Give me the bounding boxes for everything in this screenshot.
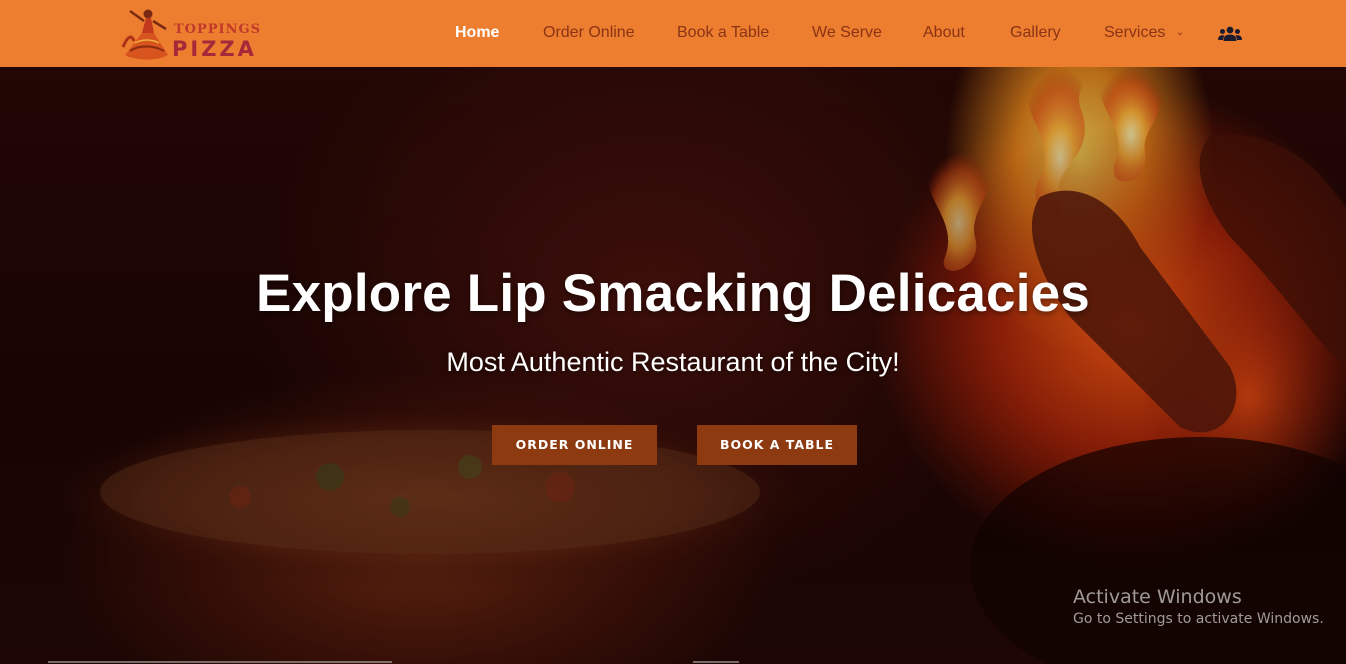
hero-section: Explore Lip Smacking Delicacies Most Aut…: [0, 67, 1346, 664]
hero-subtitle: Most Authentic Restaurant of the City!: [446, 347, 900, 377]
chevron-down-icon: ⌄: [1175, 27, 1185, 38]
nav-home[interactable]: Home: [455, 24, 499, 42]
nav-services[interactable]: Services ⌄: [1104, 24, 1184, 42]
nav-services-label: Services: [1104, 24, 1166, 41]
nav-order-online[interactable]: Order Online: [543, 24, 635, 42]
nav-we-serve[interactable]: We Serve: [812, 24, 882, 42]
watermark-title: Activate Windows: [1073, 586, 1242, 608]
users-icon[interactable]: [1218, 25, 1242, 43]
nav-about[interactable]: About: [923, 24, 965, 42]
site-header: TOPPINGS PIZZA Home Order Online Book a …: [0, 0, 1346, 67]
scrollbar-track[interactable]: [48, 661, 392, 663]
book-a-table-button[interactable]: BOOK A TABLE: [697, 425, 857, 465]
windows-activation-watermark: Activate Windows Go to Settings to activ…: [1073, 586, 1324, 627]
nav-gallery[interactable]: Gallery: [1010, 24, 1061, 42]
main-nav: Home Order Online Book a Table We Serve …: [0, 0, 1346, 67]
watermark-subtitle: Go to Settings to activate Windows.: [1073, 611, 1324, 627]
nav-book-a-table[interactable]: Book a Table: [677, 24, 769, 42]
hero-title: Explore Lip Smacking Delicacies: [256, 264, 1090, 323]
order-online-button[interactable]: ORDER ONLINE: [492, 425, 657, 465]
scrollbar-thumb[interactable]: [693, 661, 739, 663]
